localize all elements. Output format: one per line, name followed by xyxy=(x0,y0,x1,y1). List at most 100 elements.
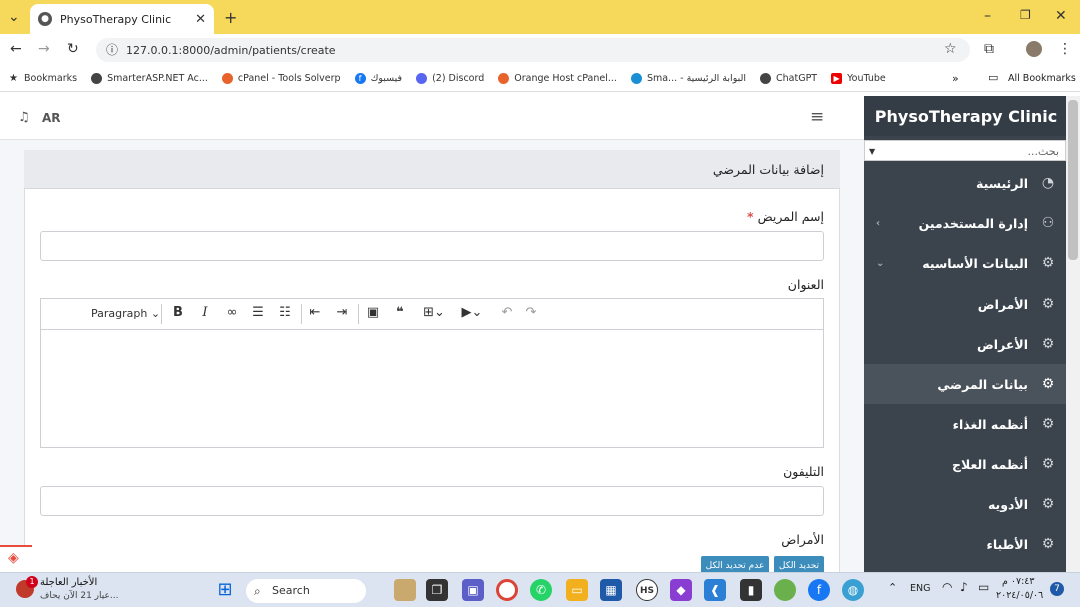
whatsapp-icon[interactable]: ✆ xyxy=(530,579,552,601)
tab-close-icon[interactable]: ✕ xyxy=(195,12,206,27)
forward-icon[interactable]: → xyxy=(38,41,50,57)
restore-icon[interactable]: ❐ xyxy=(1020,8,1031,22)
bookmark-item[interactable]: SmarterASP.NET Ac... xyxy=(91,73,208,84)
address-editor[interactable]: Paragraph ⌄ B I ∞ ☰ ☷ ⇤ ⇥ ▣ ❝ ⊞⌄ ▶⌄ ↶ ↷ xyxy=(40,298,824,448)
sidebar-item-diseases[interactable]: الأمراض ⚙ xyxy=(864,284,1068,324)
visual-studio-icon[interactable]: ◆ xyxy=(670,579,692,601)
profile-avatar[interactable] xyxy=(1026,41,1042,57)
discord-icon xyxy=(416,73,428,84)
volume-icon[interactable]: ♪ xyxy=(960,580,968,594)
redo-icon[interactable]: ↷ xyxy=(521,305,541,320)
sidebar-item-doctors[interactable]: الأطباء ⚙ xyxy=(864,524,1068,564)
sidebar-item-home[interactable]: الرئيسية ◔ xyxy=(864,163,1068,203)
new-tab-button[interactable]: + xyxy=(224,8,237,27)
teams-icon[interactable]: ▣ xyxy=(462,579,484,601)
phone-input[interactable] xyxy=(40,486,824,516)
landscape-widget-icon[interactable] xyxy=(394,579,416,601)
debugbar-toggle[interactable]: ◈ xyxy=(0,545,32,572)
news-title[interactable]: الأخبار العاجلة xyxy=(40,577,97,588)
clock-time[interactable]: ٠٧:٤٣ م xyxy=(1002,576,1035,587)
undo-icon[interactable]: ↶ xyxy=(497,305,517,320)
indent-icon[interactable]: ⇥ xyxy=(332,305,352,320)
news-badge: 1 xyxy=(26,576,38,588)
globe-icon[interactable]: ◍ xyxy=(842,579,864,601)
cogs-icon: ⚙ xyxy=(1041,336,1055,352)
bold-icon[interactable]: B xyxy=(168,305,188,320)
menu-dots-icon[interactable]: ⋮ xyxy=(1058,41,1072,57)
bookmark-label: cPanel - Tools Solverp xyxy=(237,73,341,84)
language-indicator[interactable]: ENG xyxy=(910,583,930,594)
bookmark-item[interactable]: ★ Bookmarks xyxy=(8,73,77,84)
bookmark-item[interactable]: ChatGPT xyxy=(760,73,817,84)
sidebar-item-diets[interactable]: أنظمه الغذاء ⚙ xyxy=(864,404,1068,444)
more-bookmarks-icon[interactable]: » xyxy=(952,72,959,85)
browser-tab[interactable]: ● PhysoTherapy Clinic ✕ xyxy=(30,4,214,34)
link-icon[interactable]: ∞ xyxy=(222,305,242,320)
media-embed-icon[interactable]: ▶⌄ xyxy=(457,305,487,320)
patient-name-input[interactable] xyxy=(40,231,824,261)
notification-count-badge[interactable]: 7 xyxy=(1050,582,1064,596)
windows-start-icon[interactable]: ⊞ xyxy=(214,579,236,601)
sidebar-item-users[interactable]: ‹ إدارة المستخدمين ⚇ xyxy=(864,203,1068,243)
all-bookmarks[interactable]: All Bookmarks xyxy=(1008,73,1076,84)
blockquote-icon[interactable]: ❝ xyxy=(390,305,410,320)
tab-search-chevron-icon[interactable]: ⌄ xyxy=(8,10,20,24)
bookmark-item[interactable]: (2) Discord xyxy=(416,73,484,84)
bookmark-label: Sma... - البوابة الرئيسية xyxy=(646,73,747,84)
close-window-icon[interactable]: ✕ xyxy=(1055,8,1067,24)
bookmark-item[interactable]: Orange Host cPanel... xyxy=(498,73,617,84)
chrome-icon[interactable] xyxy=(496,579,518,601)
bookmark-item[interactable]: ▶ YouTube xyxy=(831,73,886,84)
italic-icon[interactable]: I xyxy=(195,305,215,320)
bookmark-item[interactable]: cPanel - Tools Solverp xyxy=(221,73,341,84)
cogs-icon: ⚙ xyxy=(1041,376,1055,392)
numbered-list-icon[interactable]: ☷ xyxy=(275,305,295,320)
dashboard-icon: ◔ xyxy=(1041,175,1055,191)
android-studio-icon[interactable] xyxy=(774,579,796,601)
brand-title[interactable]: PhysoTherapy Clinic xyxy=(864,96,1068,136)
task-view-icon[interactable]: ❐ xyxy=(426,579,448,601)
cogs-icon: ⚙ xyxy=(1041,296,1055,312)
bookmark-item[interactable]: f فيسبوك xyxy=(354,73,402,84)
chevron-down-icon: ⌄ xyxy=(876,257,885,269)
vscode-icon[interactable]: ❰ xyxy=(704,579,726,601)
reload-icon[interactable]: ↻ xyxy=(67,41,79,57)
bulleted-list-icon[interactable]: ☰ xyxy=(248,305,268,320)
caret-down-icon: ▼ xyxy=(869,147,876,156)
tab-title: PhysoTherapy Clinic xyxy=(60,12,172,26)
bell-icon[interactable]: ♫ xyxy=(18,111,30,124)
language-switch[interactable]: AR xyxy=(42,111,61,125)
sidebar-item-medicines[interactable]: الأدويه ⚙ xyxy=(864,484,1068,524)
hs-app-icon[interactable]: HS xyxy=(636,579,658,601)
tray-chevron-icon[interactable]: ⌃ xyxy=(888,581,897,594)
site-info-icon[interactable]: ⓘ xyxy=(106,44,118,56)
paragraph-dropdown[interactable]: Paragraph ⌄ xyxy=(91,307,160,320)
sidebar-item-basic-data[interactable]: ⌄ البيانات الأساسيه ⚙ xyxy=(864,243,1068,283)
folder-icon: ▭ xyxy=(988,71,999,84)
sidebar-search-input[interactable]: بحث... ▼ xyxy=(864,140,1066,161)
extensions-icon[interactable]: ⧉ xyxy=(984,41,994,57)
card-title: إضافة بيانات المرضي xyxy=(24,150,840,189)
minimize-icon[interactable]: – xyxy=(984,8,991,24)
back-icon[interactable]: ← xyxy=(10,41,22,57)
hamburger-menu-icon[interactable]: ≡ xyxy=(810,109,824,126)
terminal-icon[interactable]: ▮ xyxy=(740,579,762,601)
image-icon[interactable]: ▣ xyxy=(363,305,383,320)
clock-date[interactable]: ٢٠٢٤/٠٥/٠٦ xyxy=(996,590,1043,601)
address-bar[interactable]: ⓘ 127.0.0.1:8000/admin/patients/create xyxy=(96,38,970,62)
scrollbar-thumb[interactable] xyxy=(1068,100,1078,260)
star-icon: ★ xyxy=(9,73,18,84)
sidebar-item-symptoms[interactable]: الأعراض ⚙ xyxy=(864,324,1068,364)
taskbar-search[interactable]: ⌕ Search xyxy=(246,579,366,603)
sidebar-item-patients[interactable]: بيانات المرضي ⚙ xyxy=(864,364,1068,404)
wifi-icon[interactable]: ◠ xyxy=(942,580,952,594)
battery-icon[interactable]: ▭ xyxy=(978,580,989,594)
sidebar-item-treatments[interactable]: أنظمه العلاج ⚙ xyxy=(864,444,1068,484)
bookmark-item[interactable]: Sma... - البوابة الرئيسية xyxy=(630,73,747,84)
bookmark-star-icon[interactable]: ☆ xyxy=(944,41,957,57)
facebook-icon[interactable]: f xyxy=(808,579,830,601)
file-explorer-icon[interactable]: ▭ xyxy=(566,579,588,601)
store-icon[interactable]: ▦ xyxy=(600,579,622,601)
outdent-icon[interactable]: ⇤ xyxy=(305,305,325,320)
table-icon[interactable]: ⊞⌄ xyxy=(419,305,449,320)
